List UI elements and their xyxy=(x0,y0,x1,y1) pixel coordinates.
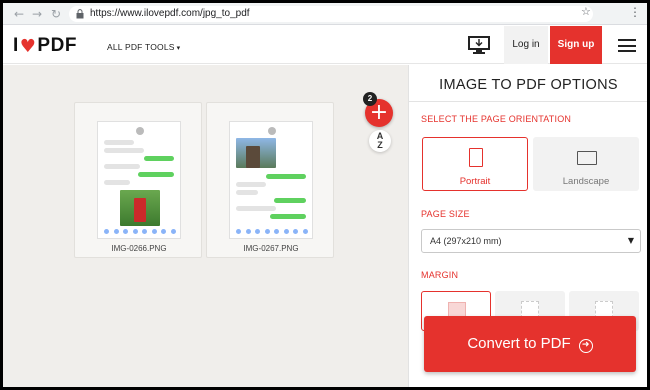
orientation-label: SELECT THE PAGE ORIENTATION xyxy=(421,114,572,124)
page-size-label: PAGE SIZE xyxy=(421,209,470,219)
file-thumbnail xyxy=(229,121,313,239)
address-bar[interactable]: https://www.ilovepdf.com/jpg_to_pdf xyxy=(69,6,593,22)
logo-letter-i: I xyxy=(13,35,19,56)
file-name: IMG-0266.PNG xyxy=(111,244,167,253)
reload-icon[interactable]: ↻ xyxy=(48,6,64,22)
forward-icon[interactable]: → xyxy=(29,6,45,22)
heart-icon: ♥ xyxy=(19,35,37,57)
back-icon[interactable]: ← xyxy=(11,6,27,22)
site-header: I ♥ PDF ALL PDF TOOLS ▾ Log in Sign up xyxy=(3,26,647,64)
bookmark-star-icon[interactable]: ☆ xyxy=(581,5,591,18)
all-pdf-tools-label: ALL PDF TOOLS xyxy=(107,42,175,52)
divider xyxy=(409,101,647,102)
dropdown-arrow-icon: ▼ xyxy=(627,236,634,245)
file-card[interactable]: IMG-0267.PNG xyxy=(206,102,334,258)
convert-label: Convert to PDF xyxy=(467,335,571,352)
browser-menu-icon[interactable]: ⋮ xyxy=(629,5,641,19)
page-size-value: A4 (297x210 mm) xyxy=(430,236,502,246)
browser-window: ← → ↻ https://www.ilovepdf.com/jpg_to_pd… xyxy=(3,3,647,387)
logo-pdf-text: PDF xyxy=(37,35,77,56)
convert-to-pdf-button[interactable]: Convert to PDF ➜ xyxy=(424,316,636,372)
margin-label: MARGIN xyxy=(421,270,459,280)
file-count-badge: 2 xyxy=(363,92,377,106)
file-card[interactable]: IMG-0266.PNG xyxy=(74,102,202,258)
page-size-select[interactable]: A4 (297x210 mm) ▼ xyxy=(421,229,641,253)
landscape-page-icon xyxy=(577,151,597,165)
login-button[interactable]: Log in xyxy=(504,26,548,64)
hamburger-menu-icon[interactable] xyxy=(618,39,636,52)
ilovepdf-logo[interactable]: I ♥ PDF xyxy=(13,35,77,57)
file-name: IMG-0267.PNG xyxy=(243,244,299,253)
landscape-option[interactable]: Landscape xyxy=(533,137,639,191)
arrow-right-circle-icon: ➜ xyxy=(578,339,593,353)
options-title: IMAGE TO PDF OPTIONS xyxy=(439,77,618,93)
portrait-label: Portrait xyxy=(459,176,491,187)
lock-icon xyxy=(76,9,84,19)
signup-button[interactable]: Sign up xyxy=(550,26,602,64)
portrait-page-icon xyxy=(469,148,483,167)
all-pdf-tools-menu[interactable]: ALL PDF TOOLS ▾ xyxy=(107,42,180,52)
landscape-label: Landscape xyxy=(562,176,610,187)
files-workspace: IMG-0266.PNG IMG-0267.PNG + 2 A Z xyxy=(3,65,408,387)
browser-toolbar: ← → ↻ https://www.ilovepdf.com/jpg_to_pd… xyxy=(3,3,647,25)
desktop-download-icon[interactable] xyxy=(467,35,491,55)
file-thumbnail xyxy=(97,121,181,239)
caret-down-icon: ▾ xyxy=(176,45,181,52)
portrait-option[interactable]: Portrait xyxy=(422,137,528,191)
sort-az-button[interactable]: A Z xyxy=(369,130,391,152)
sort-z-letter: Z xyxy=(377,140,383,150)
address-url: https://www.ilovepdf.com/jpg_to_pdf xyxy=(90,8,250,19)
